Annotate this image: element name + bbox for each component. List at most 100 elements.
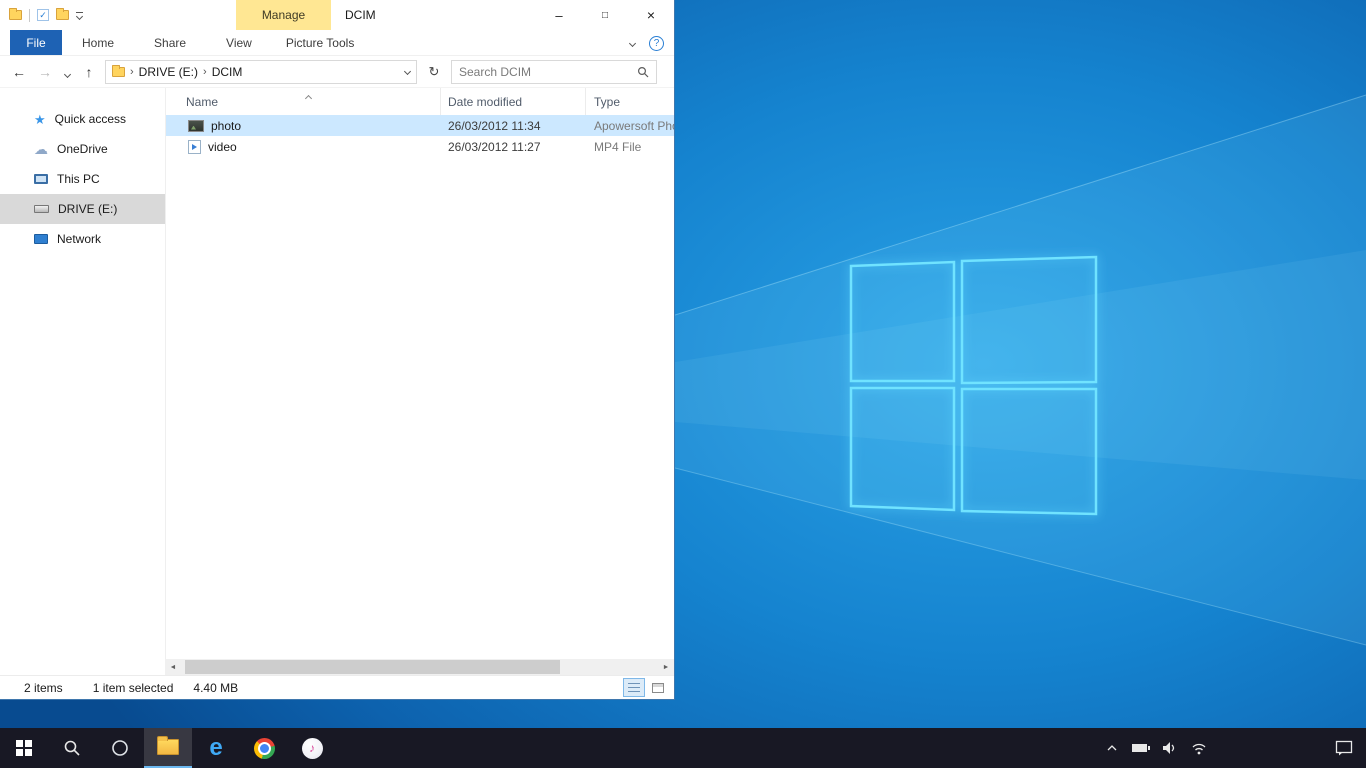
tab-view[interactable]: View (206, 30, 272, 55)
status-bar: 2 items 1 item selected 4.40 MB (0, 675, 674, 699)
tab-share[interactable]: Share (134, 30, 206, 55)
column-header-name[interactable]: Name (166, 88, 441, 115)
new-folder-icon[interactable] (56, 10, 69, 20)
action-center-icon (1335, 740, 1353, 756)
taskbar-itunes-button[interactable]: ♪ (288, 728, 336, 768)
cortana-icon (111, 739, 129, 757)
window-title: DCIM (345, 0, 376, 30)
view-toggle-buttons (623, 678, 669, 697)
itunes-icon: ♪ (302, 738, 323, 759)
minimize-button[interactable]: – (536, 0, 582, 30)
thumbnails-view-button[interactable] (647, 678, 669, 697)
action-center-button[interactable] (1322, 728, 1366, 768)
windows-logo-icon (16, 740, 32, 756)
file-name: video (208, 140, 237, 154)
qat-separator (29, 9, 30, 22)
sidebar-item-label: This PC (57, 172, 100, 186)
sidebar-item-network[interactable]: Network (0, 224, 165, 254)
file-type: MP4 File (586, 140, 674, 154)
address-bar-row: ← → ↑ › DRIVE (E:) › DCIM ↻ (0, 56, 674, 88)
tab-file[interactable]: File (10, 30, 62, 55)
customize-toolbar-icon[interactable] (76, 12, 83, 19)
sidebar-item-onedrive[interactable]: ☁ OneDrive (0, 134, 165, 164)
search-icon (63, 739, 81, 757)
ribbon-right-controls: ? (630, 30, 664, 56)
system-tray (1099, 728, 1212, 768)
scroll-left-icon[interactable]: ◄ (165, 659, 181, 675)
items-count: 2 items (24, 681, 63, 695)
search-input[interactable] (459, 65, 637, 79)
file-list-area: Name Date modified Type photo 26/03/2012… (165, 88, 674, 659)
scrollbar-thumb[interactable] (185, 660, 560, 674)
start-button[interactable] (0, 728, 48, 768)
sort-ascending-icon (306, 90, 311, 104)
maximize-button[interactable]: □ (582, 0, 628, 30)
volume-icon[interactable] (1157, 728, 1183, 768)
details-view-icon (628, 683, 640, 692)
network-icon[interactable] (1186, 728, 1212, 768)
sidebar-item-this-pc[interactable]: This PC (0, 164, 165, 194)
address-bar[interactable]: › DRIVE (E:) › DCIM (105, 60, 417, 84)
computer-icon (34, 174, 48, 184)
file-date: 26/03/2012 11:27 (441, 140, 586, 154)
address-dropdown-icon[interactable] (404, 68, 411, 75)
scroll-right-icon[interactable]: ► (658, 659, 674, 675)
close-button[interactable]: × (628, 0, 674, 30)
taskbar-search-button[interactable] (48, 728, 96, 768)
windows-logo-wallpaper-art (675, 0, 1366, 728)
back-button[interactable]: ← (9, 64, 29, 80)
taskbar-file-explorer-button[interactable] (144, 728, 192, 768)
column-header-date-modified[interactable]: Date modified (441, 88, 586, 115)
network-icon (34, 234, 48, 244)
column-headers: Name Date modified Type (166, 88, 674, 115)
file-explorer-window: ✓ Manage DCIM – □ × File Home Share View… (0, 0, 675, 700)
horizontal-scrollbar[interactable]: ◄ ► (165, 659, 674, 675)
quick-access-toolbar: ✓ (0, 9, 83, 22)
refresh-icon[interactable]: ↻ (423, 60, 445, 84)
details-view-button[interactable] (623, 678, 645, 697)
sidebar-item-drive-e[interactable]: DRIVE (E:) (0, 194, 165, 224)
sidebar-item-quick-access[interactable]: ★ Quick access (0, 104, 165, 134)
recent-locations-icon[interactable] (61, 64, 73, 80)
cortana-button[interactable] (96, 728, 144, 768)
drive-icon (34, 205, 49, 213)
up-button[interactable]: ↑ (79, 64, 99, 80)
sidebar-item-label: OneDrive (57, 142, 108, 156)
file-row-video[interactable]: video 26/03/2012 11:27 MP4 File (166, 136, 674, 157)
column-header-type[interactable]: Type (586, 88, 674, 115)
title-bar: ✓ Manage DCIM – □ × (0, 0, 674, 30)
video-file-icon (188, 140, 201, 154)
selected-count: 1 item selected (93, 681, 174, 695)
hidden-icons-chevron-icon[interactable] (1099, 728, 1125, 768)
expand-ribbon-icon[interactable] (629, 39, 636, 46)
search-icon[interactable] (637, 66, 649, 78)
sidebar-item-label: Network (57, 232, 101, 246)
star-icon: ★ (34, 113, 46, 126)
thumbnails-view-icon (652, 683, 664, 693)
location-folder-icon (112, 67, 125, 77)
forward-button[interactable]: → (35, 64, 55, 80)
tab-picture-tools[interactable]: Picture Tools (272, 30, 368, 55)
taskbar: e ♪ (0, 728, 1366, 768)
tab-home[interactable]: Home (62, 30, 134, 55)
manage-context-tab[interactable]: Manage (236, 0, 331, 30)
file-type: Apowersoft Pho (586, 119, 674, 133)
help-icon[interactable]: ? (649, 36, 664, 51)
taskbar-internet-explorer-button[interactable]: e (192, 728, 240, 768)
caption-buttons: – □ × (536, 0, 674, 30)
sidebar-item-label: Quick access (55, 112, 126, 126)
ribbon-tab-row: File Home Share View Picture Tools ? (0, 30, 674, 56)
file-explorer-icon (157, 739, 179, 755)
breadcrumb-dcim[interactable]: DCIM (212, 65, 243, 79)
properties-icon[interactable]: ✓ (37, 9, 49, 21)
file-row-photo[interactable]: photo 26/03/2012 11:34 Apowersoft Pho (166, 115, 674, 136)
taskbar-chrome-button[interactable] (240, 728, 288, 768)
internet-explorer-icon: e (209, 736, 222, 760)
sidebar-item-label: DRIVE (E:) (58, 202, 117, 216)
battery-icon[interactable] (1128, 728, 1154, 768)
breadcrumb-drive[interactable]: DRIVE (E:) (139, 65, 198, 79)
cloud-icon: ☁ (34, 142, 48, 156)
search-box[interactable] (451, 60, 657, 84)
file-name: photo (211, 119, 241, 133)
crumb-separator: › (203, 66, 207, 78)
